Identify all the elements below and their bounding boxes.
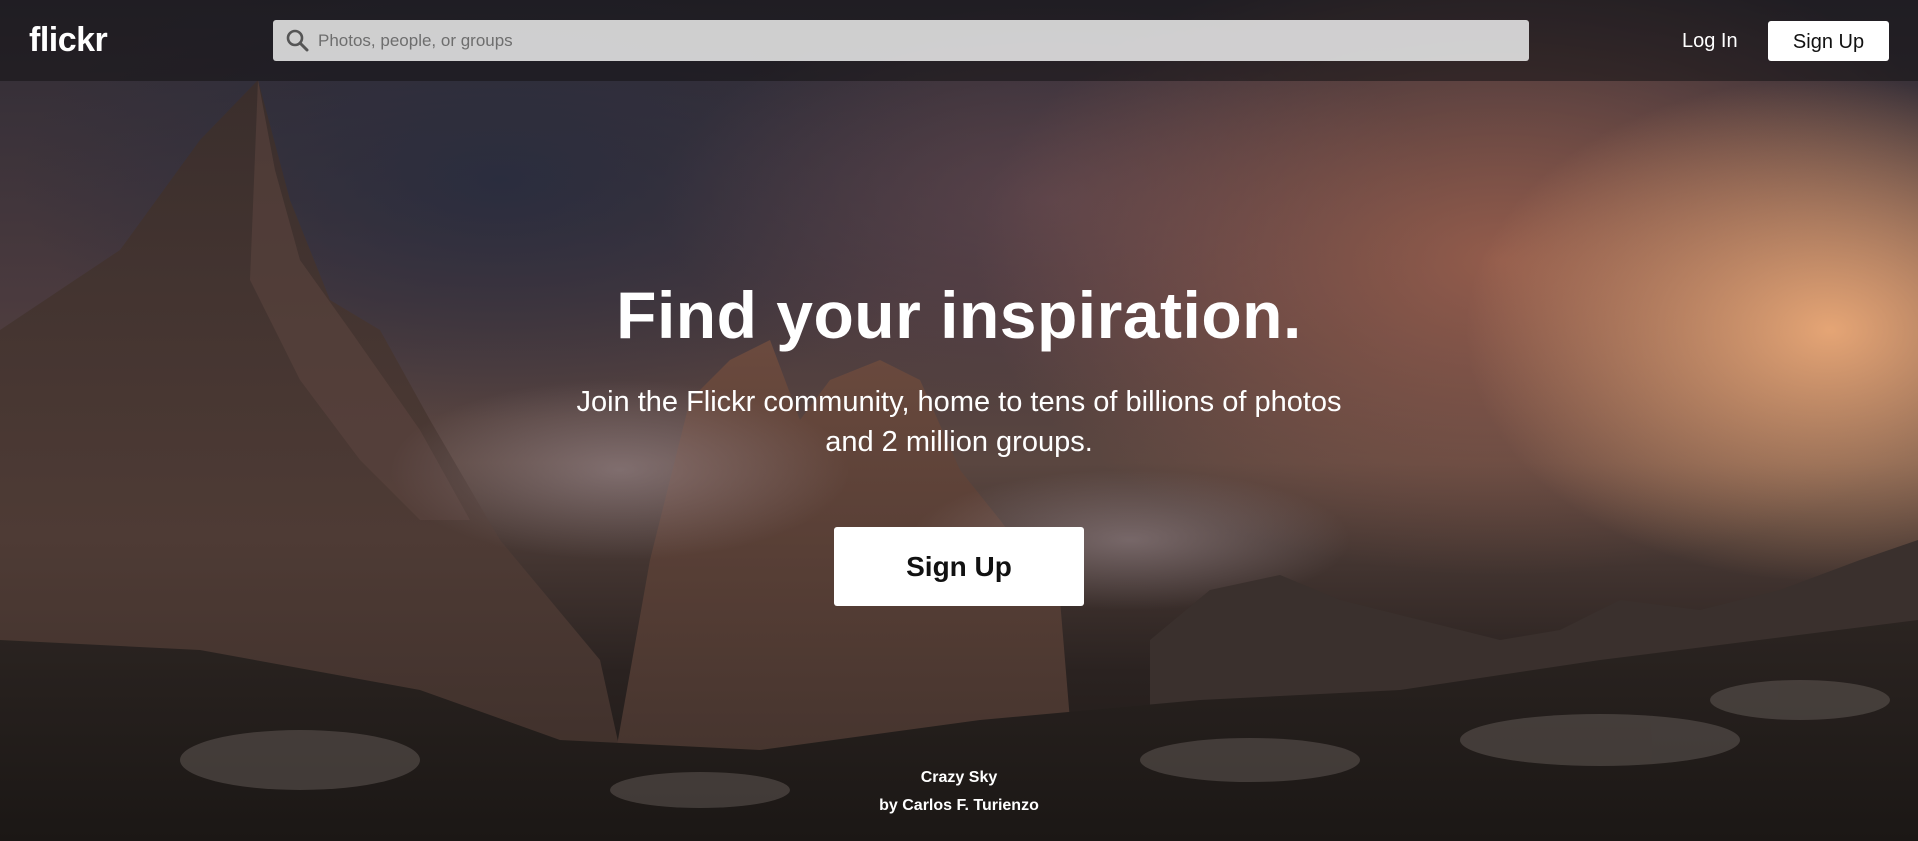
header-signup-button[interactable]: Sign Up: [1768, 21, 1889, 61]
top-navigation-bar: flickr Log In Sign Up: [0, 0, 1918, 81]
hero-section: Find your inspiration. Join the Flickr c…: [0, 270, 1918, 462]
hero-signup-button[interactable]: Sign Up: [834, 527, 1084, 606]
flickr-logo[interactable]: flickr: [29, 18, 108, 62]
search-box[interactable]: [273, 20, 1529, 61]
photo-credit: Crazy Sky by Carlos F. Turienzo: [0, 764, 1918, 820]
photo-title-link[interactable]: Crazy Sky: [921, 769, 998, 786]
search-input[interactable]: [318, 20, 1508, 61]
page: flickr Log In Sign Up Find your inspirat…: [0, 0, 1918, 841]
photo-author-link[interactable]: by Carlos F. Turienzo: [879, 797, 1039, 814]
login-link[interactable]: Log In: [1668, 22, 1752, 60]
hero-subtitle: Join the Flickr community, home to tens …: [576, 386, 1342, 458]
search-icon: [286, 29, 309, 52]
hero-title: Find your inspiration.: [616, 278, 1302, 352]
